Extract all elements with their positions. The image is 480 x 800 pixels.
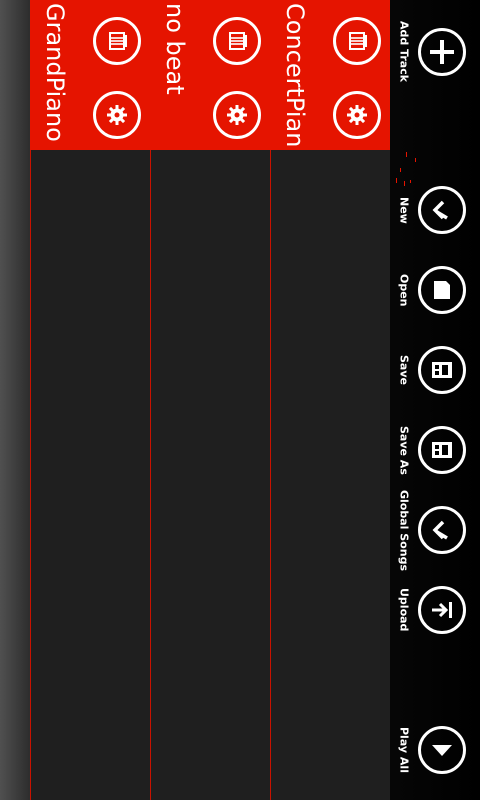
track-lane[interactable]: [270, 150, 390, 800]
new-button[interactable]: New: [390, 175, 480, 245]
plus-icon: [430, 40, 454, 64]
delete-track-button[interactable]: [93, 17, 141, 65]
floppy-icon: [432, 442, 452, 458]
delete-track-button[interactable]: [213, 17, 261, 65]
track-column: GrandPiano: [30, 0, 150, 800]
open-button[interactable]: Open: [390, 255, 480, 325]
delete-icon: [229, 32, 247, 50]
gear-icon: [347, 105, 367, 125]
save-as-button[interactable]: Save As: [390, 415, 480, 485]
track-settings-button[interactable]: [333, 91, 381, 139]
open-circle[interactable]: [418, 266, 466, 314]
play-all-circle[interactable]: [418, 726, 466, 774]
global-songs-label: Global Songs: [397, 489, 411, 571]
save-circle[interactable]: [418, 346, 466, 394]
floppy-icon: [432, 362, 452, 378]
upload-circle[interactable]: [418, 586, 466, 634]
track-header[interactable]: GrandPiano: [30, 0, 150, 150]
add-track-label: Add Track: [397, 21, 411, 83]
track-name: ConcertPiano: [281, 3, 309, 148]
upload-label: Upload: [397, 588, 411, 632]
global-songs-button[interactable]: Global Songs: [390, 489, 480, 571]
upload-button[interactable]: Upload: [390, 575, 480, 645]
save-as-circle[interactable]: [418, 426, 466, 474]
gear-icon: [107, 105, 127, 125]
down-triangle-icon: [432, 745, 452, 756]
track-column: ConcertPiano: [270, 0, 390, 800]
track-lane[interactable]: [150, 150, 270, 800]
open-label: Open: [397, 273, 411, 307]
upload-arrow-icon: [432, 602, 452, 618]
global-songs-circle[interactable]: [418, 506, 466, 554]
track-settings-button[interactable]: [93, 91, 141, 139]
back-arrow-icon: [432, 520, 448, 540]
app-bar: Add Track New Open Save Save As Global S…: [390, 0, 480, 800]
delete-icon: [109, 32, 127, 50]
add-track-circle[interactable]: [418, 28, 466, 76]
delete-icon: [349, 32, 367, 50]
track-header[interactable]: ConcertPiano: [270, 0, 390, 150]
save-button[interactable]: Save: [390, 335, 480, 405]
track-settings-button[interactable]: [213, 91, 261, 139]
add-track-button[interactable]: Add Track: [390, 17, 480, 87]
back-arrow-icon: [432, 200, 448, 220]
file-icon: [434, 281, 450, 299]
track-column: no beat: [150, 0, 270, 800]
track-name: GrandPiano: [41, 3, 69, 142]
gear-icon: [227, 105, 247, 125]
track-lane[interactable]: [30, 150, 150, 800]
delete-track-button[interactable]: [333, 17, 381, 65]
track-list: GrandPiano no beat ConcertPiano: [30, 0, 416, 800]
save-as-label: Save As: [397, 425, 411, 475]
new-label: New: [397, 196, 411, 224]
app-screen: GrandPiano no beat ConcertPiano Add Trac…: [0, 0, 480, 800]
track-name: no beat: [161, 3, 189, 95]
new-circle[interactable]: [418, 186, 466, 234]
save-label: Save: [397, 355, 411, 385]
play-all-label: Play All: [397, 727, 411, 773]
track-header[interactable]: no beat: [150, 0, 270, 150]
play-all-button[interactable]: Play All: [390, 715, 480, 785]
